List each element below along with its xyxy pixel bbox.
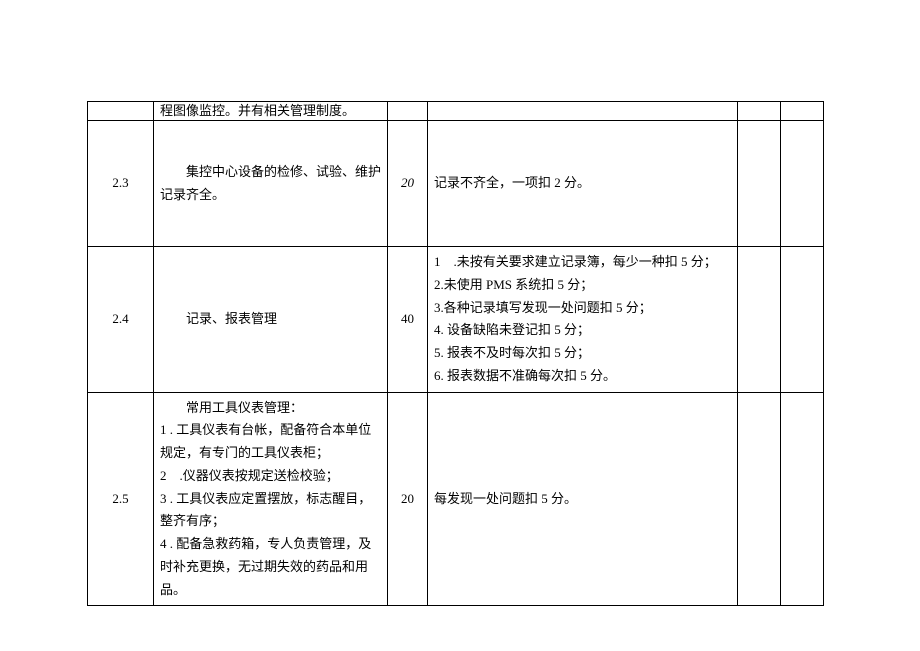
cell-description: 程图像监控。并有相关管理制度。: [154, 102, 388, 121]
cell-criteria: 记录不齐全，一项扣 2 分。: [428, 121, 738, 247]
cell-extra-b: [781, 121, 824, 247]
cell-score: [388, 102, 428, 121]
cell-index: 2.4: [88, 247, 154, 393]
cell-criteria: 每发现一处问题扣 5 分。: [428, 392, 738, 606]
cell-extra-a: [738, 121, 781, 247]
cell-extra-a: [738, 102, 781, 121]
cell-index: 2.5: [88, 392, 154, 606]
cell-extra-b: [781, 102, 824, 121]
cell-index: [88, 102, 154, 121]
cell-criteria: 1 .未按有关要求建立记录簿，每少一种扣 5 分； 2.未使用 PMS 系统扣 …: [428, 247, 738, 393]
table-row: 2.5 常用工具仪表管理： 1 . 工具仪表有台帐，配备符合本单位规定，有专门的…: [88, 392, 824, 606]
cell-index: 2.3: [88, 121, 154, 247]
cell-extra-b: [781, 247, 824, 393]
cell-extra-b: [781, 392, 824, 606]
assessment-table: 程图像监控。并有相关管理制度。 2.3 集控中心设备的检修、试验、维护记录齐全。…: [87, 101, 824, 606]
table-row: 2.3 集控中心设备的检修、试验、维护记录齐全。 20 记录不齐全，一项扣 2 …: [88, 121, 824, 247]
cell-score: 20: [388, 121, 428, 247]
cell-criteria: [428, 102, 738, 121]
cell-score: 40: [388, 247, 428, 393]
cell-description: 集控中心设备的检修、试验、维护记录齐全。: [154, 121, 388, 247]
cell-description: 记录、报表管理: [154, 247, 388, 393]
cell-extra-a: [738, 247, 781, 393]
table-row: 2.4 记录、报表管理 40 1 .未按有关要求建立记录簿，每少一种扣 5 分；…: [88, 247, 824, 393]
cell-extra-a: [738, 392, 781, 606]
table-row: 程图像监控。并有相关管理制度。: [88, 102, 824, 121]
cell-description: 常用工具仪表管理： 1 . 工具仪表有台帐，配备符合本单位规定，有专门的工具仪表…: [154, 392, 388, 606]
cell-score: 20: [388, 392, 428, 606]
